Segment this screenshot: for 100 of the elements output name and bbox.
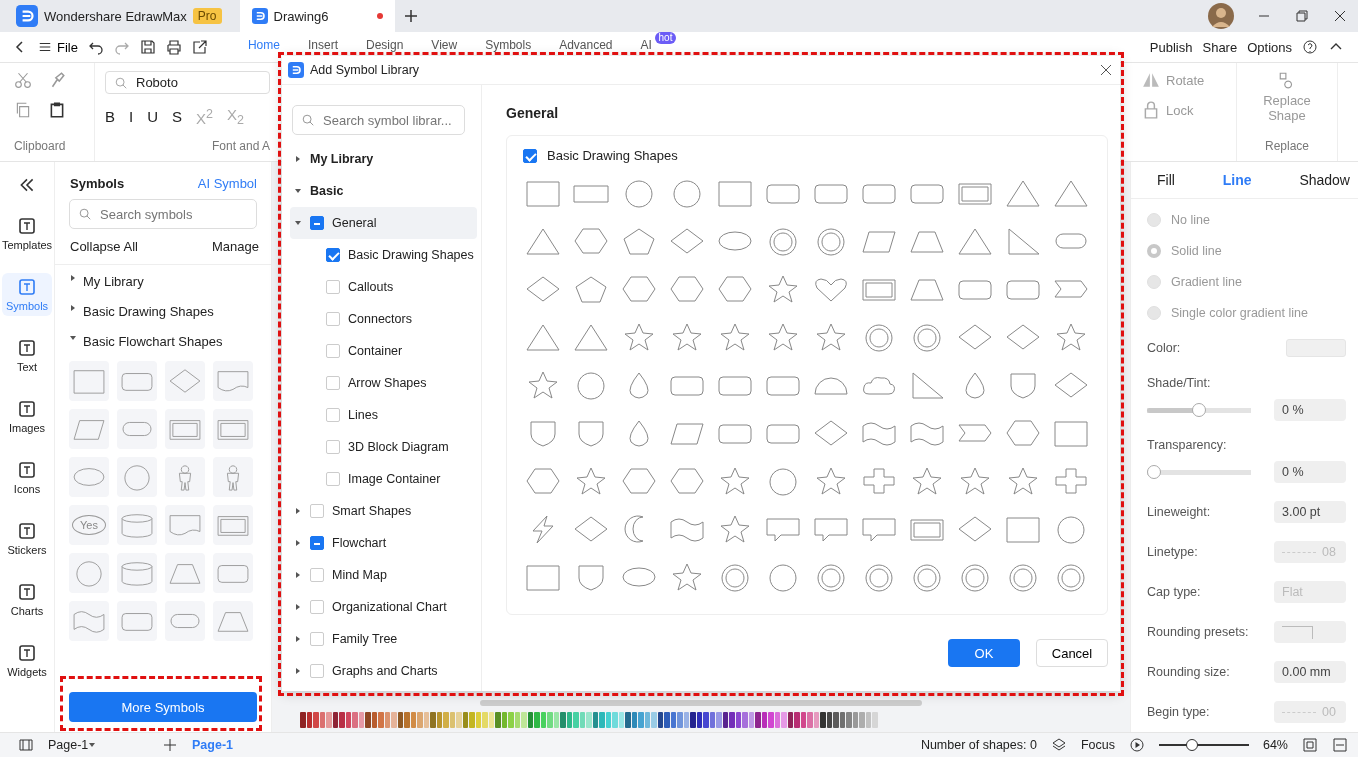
ai-symbol-button[interactable]: AI Symbol [197, 176, 257, 191]
checkbox[interactable] [310, 664, 324, 678]
checkbox[interactable] [326, 440, 340, 454]
library-item[interactable]: Basic Drawing Shapes [69, 295, 263, 325]
layers-icon[interactable] [1050, 737, 1067, 753]
tree-header[interactable]: Basic [290, 175, 477, 207]
library-checkbox[interactable]: Basic Drawing Shapes [523, 148, 1091, 163]
tree-item[interactable]: Basic Drawing Shapes [290, 239, 477, 271]
checkbox[interactable] [326, 344, 340, 358]
checkbox[interactable] [326, 280, 340, 294]
cylinder-icon[interactable] [118, 559, 156, 587]
manage-button[interactable]: Manage [212, 239, 259, 254]
checkbox[interactable] [310, 568, 324, 582]
checkbox[interactable] [326, 248, 340, 262]
scrollbar[interactable] [480, 700, 922, 706]
nav-item[interactable]: Icons [2, 456, 52, 499]
checkbox[interactable] [310, 536, 324, 550]
tree-item[interactable]: 3D Block Diagram [290, 431, 477, 463]
search-field[interactable]: Search symbols [69, 199, 257, 229]
collapse-all-button[interactable]: Collapse All [70, 239, 138, 254]
tree-item[interactable]: Smart Shapes [290, 495, 477, 527]
nav-item[interactable]: Images [2, 395, 52, 438]
font-dropdown[interactable]: Roboto [105, 71, 270, 94]
format-button[interactable]: S [172, 108, 183, 125]
help-icon[interactable] [1302, 39, 1318, 55]
copy-icon[interactable] [14, 101, 32, 119]
ok-button[interactable]: OK [948, 639, 1020, 667]
more-symbols-button[interactable]: More Symbols [69, 692, 257, 722]
tree-item[interactable]: Organizational Chart [290, 591, 477, 623]
checkbox[interactable] [326, 472, 340, 486]
number-field[interactable]: 3.00 pt [1274, 501, 1346, 523]
nav-item[interactable]: Stickers [2, 517, 52, 560]
tree-item[interactable]: Flowchart [290, 527, 477, 559]
tree-header[interactable]: My Library [290, 143, 477, 175]
rectangle-icon[interactable] [70, 367, 108, 395]
full-width-icon[interactable] [1332, 737, 1348, 753]
percent-field[interactable]: 0 % [1274, 461, 1346, 483]
property-tab[interactable]: Shadow [1299, 172, 1350, 188]
tree-item[interactable]: Image Container [290, 463, 477, 495]
library-item[interactable]: My Library [69, 265, 263, 295]
tree-item[interactable]: Lines [290, 399, 477, 431]
checkbox[interactable] [326, 408, 340, 422]
percent-field[interactable]: 0 % [1274, 399, 1346, 421]
add-tab-icon[interactable] [402, 8, 419, 24]
restore-icon[interactable] [1294, 8, 1310, 24]
nav-item[interactable]: Widgets [2, 639, 52, 682]
focus-button[interactable]: Focus [1080, 738, 1115, 752]
checkbox[interactable] [310, 632, 324, 646]
tree-item[interactable]: Callouts [290, 271, 477, 303]
tree-item[interactable]: General [290, 207, 477, 239]
close-icon[interactable] [1098, 62, 1114, 78]
nav-item[interactable]: Symbols [2, 273, 52, 316]
tree-item[interactable]: Graphs and Charts [290, 655, 477, 687]
format-button[interactable]: U [147, 108, 159, 125]
zoom-level[interactable]: 64% [1262, 738, 1288, 752]
tree-item[interactable]: Arrow Shapes [290, 367, 477, 399]
property-tab[interactable]: Fill [1157, 172, 1175, 188]
close-icon[interactable] [1332, 8, 1348, 24]
ribbon-tab[interactable]: Design [366, 38, 404, 52]
avatar-icon[interactable] [1208, 3, 1234, 29]
toolbar-action[interactable]: Options [1247, 39, 1292, 55]
tree-item[interactable]: Container [290, 335, 477, 367]
zoom-slider-thumb[interactable] [1186, 739, 1199, 751]
paste-icon[interactable] [48, 101, 66, 119]
ribbon-tab[interactable]: Advanced [559, 38, 613, 52]
collapse-panel-icon[interactable] [18, 176, 36, 194]
toolbar-action[interactable]: Share [1202, 39, 1238, 55]
search-field[interactable]: Search symbol librar... [292, 105, 465, 135]
cylinder-icon[interactable] [118, 511, 156, 539]
tree-item[interactable]: Mind Map [290, 559, 477, 591]
nav-item[interactable]: Charts [2, 578, 52, 621]
file-menu[interactable]: File [38, 39, 78, 55]
ribbon-tab[interactable]: Home [247, 38, 280, 52]
add-page-icon[interactable] [162, 737, 178, 753]
print-icon[interactable] [165, 39, 182, 55]
tree-item[interactable]: Family Tree [290, 623, 477, 655]
document-tab[interactable]: Drawing6 [239, 0, 395, 32]
library-item[interactable]: Basic Flowchart Shapes [69, 325, 263, 355]
play-icon[interactable] [1128, 737, 1145, 753]
property-tab[interactable]: Line [1222, 172, 1252, 188]
cancel-button[interactable]: Cancel [1036, 639, 1108, 667]
save-icon[interactable] [139, 39, 156, 55]
toolbar-action[interactable]: Publish [1149, 39, 1193, 55]
page-panel-icon[interactable] [18, 737, 34, 753]
number-field[interactable]: 0.00 mm [1274, 661, 1346, 683]
ribbon-tab[interactable]: Insert [307, 38, 338, 52]
export-icon[interactable] [191, 39, 208, 55]
tree-item[interactable]: Connectors [290, 303, 477, 335]
format-button[interactable]: B [105, 108, 115, 125]
format-button[interactable]: I [129, 108, 134, 125]
page-tab[interactable]: Page-1 [192, 738, 233, 752]
checkbox[interactable] [310, 504, 324, 518]
ribbon-tab[interactable]: View [431, 38, 458, 52]
checkbox[interactable] [310, 600, 324, 614]
nav-item[interactable]: Templates [2, 212, 52, 255]
fit-page-icon[interactable] [1302, 737, 1318, 753]
scissors-icon[interactable] [14, 71, 32, 89]
slider-thumb[interactable] [1147, 465, 1161, 479]
nav-item[interactable]: Text [2, 334, 52, 377]
checkbox[interactable] [310, 216, 324, 230]
